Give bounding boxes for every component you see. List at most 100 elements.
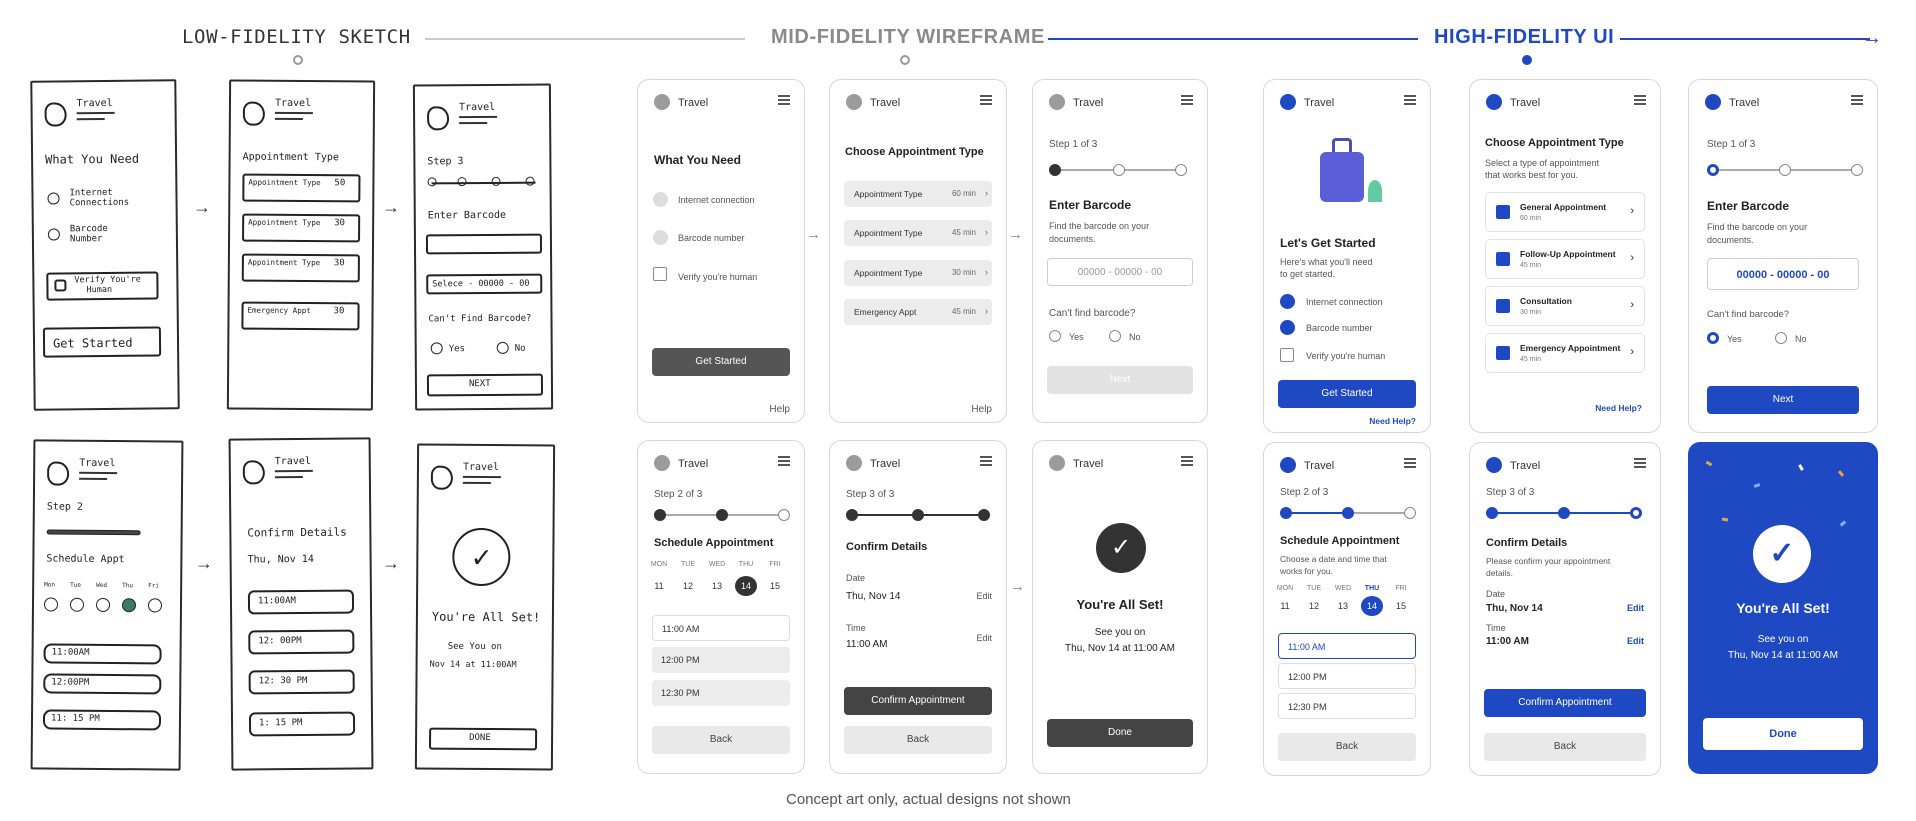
done-button[interactable]: Done <box>1703 718 1863 750</box>
barcode-input[interactable] <box>425 233 543 255</box>
time-slot[interactable]: 12:00 PM <box>652 647 790 673</box>
checkmark-icon: ✓ <box>452 527 511 587</box>
arrow-right-icon: → <box>1010 578 1025 595</box>
appointment-row[interactable]: Emergency Appt 45 min › <box>844 299 992 325</box>
time-slot[interactable]: 12:30 PM <box>1278 693 1416 719</box>
time-slot[interactable]: 12:30 PM <box>652 680 790 706</box>
yes-radio[interactable] <box>1049 330 1061 342</box>
menu-icon[interactable] <box>980 95 992 105</box>
ui-enter-barcode: Travel Step 1 of 3 Enter Barcode Find th… <box>1688 79 1878 433</box>
sketch-frame-confirm: Travel Confirm Details Thu, Nov 14 11:00… <box>228 437 374 771</box>
appointment-card[interactable]: General Appointment 60 min › <box>1485 192 1645 232</box>
need-help-link[interactable]: Need Help? <box>1595 403 1642 413</box>
plane-logo-icon <box>1486 457 1502 473</box>
wireframe-appointment-type: Travel Choose Appointment Type Appointme… <box>829 79 1007 423</box>
wifi-icon <box>1280 294 1295 309</box>
need-help-link[interactable]: Need Help? <box>1369 416 1416 426</box>
appointment-card[interactable]: Emergency Appointment 45 min › <box>1485 333 1645 373</box>
menu-icon[interactable] <box>1851 95 1863 105</box>
ui-choose-appointment-type: Travel Choose Appointment Type Select a … <box>1469 79 1661 433</box>
canvas: LOW-FIDELITY SKETCH MID-FIDELITY WIREFRA… <box>0 0 1916 821</box>
next-button[interactable]: Next <box>1047 366 1193 394</box>
calendar-icon <box>1496 205 1510 219</box>
clipboard-icon <box>1496 299 1510 313</box>
ui-schedule: Travel Step 2 of 3 Schedule Appointment … <box>1263 442 1431 776</box>
no-radio[interactable] <box>1109 330 1121 342</box>
no-radio[interactable] <box>1775 332 1787 344</box>
progress-line-blue-1 <box>1048 38 1418 40</box>
calendar-icon <box>1496 252 1510 266</box>
back-button[interactable]: Back <box>1278 733 1416 761</box>
menu-icon[interactable] <box>778 456 790 466</box>
appointment-card[interactable]: Consultation 30 min › <box>1485 286 1645 326</box>
chevron-right-icon: › <box>1630 299 1634 311</box>
sketch-frame-what-you-need: Travel What You Need Internet Connection… <box>30 79 180 411</box>
help-link[interactable]: Help <box>769 404 790 415</box>
ui-confirm-details: Travel Step 3 of 3 Confirm Details Pleas… <box>1469 442 1661 776</box>
x-icon <box>47 228 60 241</box>
menu-icon[interactable] <box>980 456 992 466</box>
edit-link[interactable]: Edit <box>976 633 992 643</box>
wireframe-all-set: Travel ✓ You're All Set! See you on Thu,… <box>1032 440 1208 774</box>
edit-link[interactable]: Edit <box>1627 636 1644 646</box>
time-slot[interactable]: 11:00 AM <box>652 615 790 641</box>
plane-logo-icon <box>1280 457 1296 473</box>
menu-icon[interactable] <box>1634 458 1646 468</box>
appointment-row[interactable]: Appointment Type 60 min › <box>844 181 992 207</box>
logo-icon <box>44 102 67 127</box>
menu-icon[interactable] <box>1404 95 1416 105</box>
done-button[interactable]: Done <box>1047 719 1193 747</box>
appointment-row[interactable]: Appointment Type 45 min › <box>844 220 992 246</box>
appointment-row[interactable]: Appointment Type 30 min › <box>844 260 992 286</box>
logo-icon <box>654 455 670 471</box>
next-button[interactable]: Next <box>1707 386 1859 414</box>
edit-link[interactable]: Edit <box>976 591 992 601</box>
menu-icon[interactable] <box>1404 458 1416 468</box>
plant-icon <box>1368 180 1382 202</box>
logo-icon <box>242 101 265 126</box>
progress-line-blue-2 <box>1620 38 1870 40</box>
verify-checkbox[interactable] <box>653 267 667 281</box>
stepper <box>431 181 536 185</box>
suitcase-illustration <box>1320 138 1364 206</box>
wireframe-what-you-need: Travel What You Need Internet connection… <box>637 79 805 423</box>
back-button[interactable]: Back <box>1484 733 1646 761</box>
time-slot[interactable]: 11:00 AM <box>1278 633 1416 659</box>
back-button[interactable]: Back <box>652 726 790 754</box>
menu-icon[interactable] <box>1181 95 1193 105</box>
arrow-right-icon: → <box>382 553 400 573</box>
barcode-input[interactable]: 00000 - 00000 - 00 <box>1047 258 1193 286</box>
logo-icon <box>427 106 450 131</box>
yes-radio[interactable] <box>1707 332 1719 344</box>
ui-all-set: ✓ You're All Set! See you on Thu, Nov 14… <box>1688 442 1878 774</box>
appointment-card[interactable]: Follow-Up Appointment 45 min › <box>1485 239 1645 279</box>
sketch-frame-schedule: Travel Step 2 Schedule Appt Mon Tue Wed … <box>30 439 184 771</box>
progress-line-gray-1 <box>425 38 745 40</box>
stage-dot-high <box>1522 55 1532 65</box>
logo-icon <box>1049 94 1065 110</box>
chevron-right-icon: › <box>1630 346 1634 358</box>
plane-logo-icon <box>1280 94 1296 110</box>
verify-checkbox[interactable] <box>1280 348 1294 362</box>
plane-logo-icon <box>1486 94 1502 110</box>
get-started-button[interactable]: Get Started <box>652 348 790 376</box>
confirm-button[interactable]: Confirm Appointment <box>844 687 992 715</box>
checkmark-icon: ✓ <box>1753 525 1811 583</box>
back-button[interactable]: Back <box>844 726 992 754</box>
wireframe-schedule: Travel Step 2 of 3 Schedule Appointment … <box>637 440 805 774</box>
get-started-button[interactable]: Get Started <box>1278 380 1416 408</box>
footer-note: Concept art only, actual designs not sho… <box>786 791 1071 808</box>
menu-icon[interactable] <box>778 95 790 105</box>
menu-icon[interactable] <box>1181 456 1193 466</box>
menu-icon[interactable] <box>1634 95 1646 105</box>
ui-lets-get-started: Travel Let's Get Started Here's what you… <box>1263 79 1431 433</box>
help-link[interactable]: Help <box>971 404 992 415</box>
sketch-frame-enter-barcode: Travel Step 3 Enter Barcode Selece - 000… <box>412 83 554 411</box>
time-slot[interactable]: 12:00 PM <box>1278 663 1416 689</box>
arrow-right-icon: → <box>193 197 211 217</box>
logo-icon <box>430 465 453 490</box>
confetti <box>1839 520 1847 527</box>
edit-link[interactable]: Edit <box>1627 603 1644 613</box>
confirm-button[interactable]: Confirm Appointment <box>1484 689 1646 717</box>
barcode-input[interactable]: 00000 - 00000 - 00 <box>1707 258 1859 290</box>
